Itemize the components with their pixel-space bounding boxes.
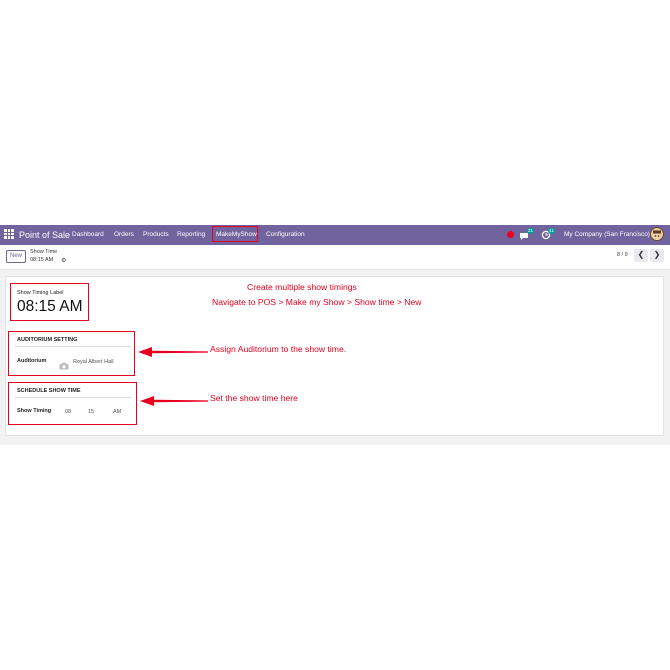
pager-value[interactable]: 8 / 9	[617, 252, 628, 258]
show-timing-field-label: Show Timing	[17, 408, 52, 414]
menu-configuration[interactable]: Configuration	[266, 225, 305, 245]
auditorium-field-label: Auditorium	[17, 358, 47, 364]
new-button[interactable]: New	[6, 250, 26, 263]
show-timing-label: Show Timing Label	[17, 290, 64, 296]
annotation-auditorium: Assign Auditorium to the show time.	[210, 344, 347, 354]
apps-grid-icon[interactable]	[4, 229, 14, 239]
control-panel	[0, 245, 670, 270]
breadcrumb-parent[interactable]: Show Time	[30, 249, 57, 255]
ampm-field[interactable]: AM	[113, 409, 121, 415]
section-divider	[15, 346, 131, 347]
app-brand[interactable]: Point of Sale	[19, 225, 70, 245]
hour-field[interactable]: 08	[65, 409, 71, 415]
gear-icon[interactable]: ⚙	[61, 257, 66, 264]
breadcrumb-current: 08:15 AM	[30, 257, 54, 263]
recording-dot-icon[interactable]	[507, 231, 514, 238]
show-timing-value[interactable]: 08:15 AM	[17, 298, 83, 316]
chat-count-badge: 21	[527, 228, 535, 234]
section-divider	[15, 397, 131, 398]
menu-reporting[interactable]: Reporting	[177, 225, 205, 245]
activity-count-badge: 41	[548, 228, 556, 234]
menu-products[interactable]: Products	[143, 225, 169, 245]
arrow-left-icon	[138, 344, 208, 357]
user-avatar[interactable]	[650, 227, 664, 241]
company-switcher[interactable]: My Company (San Francisco)	[564, 225, 650, 245]
menu-makemyshow[interactable]: MakeMyShow	[216, 225, 257, 245]
annotation-path: Navigate to POS > Make my Show > Show ti…	[212, 297, 422, 307]
previous-record-button[interactable]: ❮	[634, 249, 648, 262]
schedule-section-title: SCHEDULE SHOW TIME	[17, 388, 81, 394]
annotation-time: Set the show time here	[210, 393, 298, 403]
camera-icon	[59, 357, 69, 370]
auditorium-field-value[interactable]: Royal Albert Hall	[73, 359, 114, 365]
annotation-title: Create multiple show timings	[247, 282, 357, 292]
menu-dashboard[interactable]: Dashboard	[72, 225, 104, 245]
next-record-button[interactable]: ❯	[650, 249, 664, 262]
minute-field[interactable]: 15	[88, 409, 94, 415]
auditorium-section-title: AUDITORIUM SETTING	[17, 337, 78, 343]
menu-orders[interactable]: Orders	[114, 225, 134, 245]
arrow-left-icon	[140, 393, 208, 406]
